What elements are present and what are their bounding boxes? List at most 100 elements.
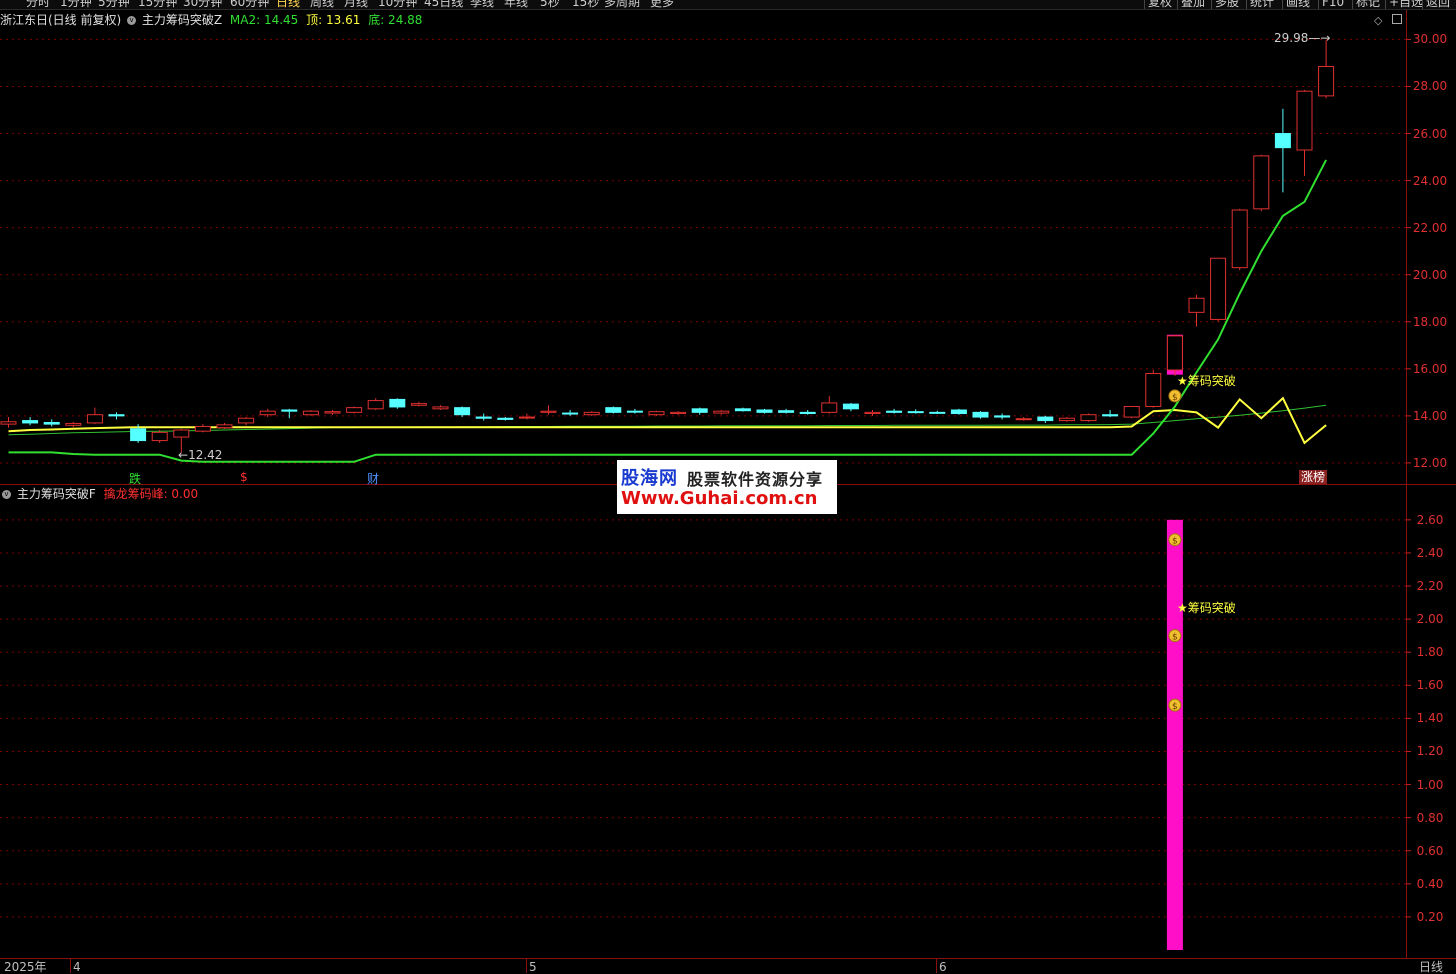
sub-axis-label-8: 1.00 [1416,777,1444,792]
sub-magenta-bar [1166,519,1183,950]
candle-body-42 [907,411,924,414]
candle-body-46 [994,415,1011,418]
candle-body-43 [929,411,946,414]
candle-body-3 [65,422,82,426]
sub-icon-2-glyph: $ [1172,702,1178,712]
candle-body-16 [346,407,363,413]
month-label-5: 5 [529,960,537,974]
candle-body-14 [302,410,319,416]
candles [0,39,1335,454]
candle-body-29 [626,410,643,413]
candle-body-45 [972,411,989,418]
sub-axis-label-12: 0.20 [1416,909,1444,924]
watermark: 股海网 股票软件资源分享 Www.Guhai.com.cn [617,460,837,514]
candle-body-12 [259,410,276,416]
candle-body-51 [1102,414,1119,417]
sub-axis-label-3: 2.00 [1416,612,1444,627]
candle-body-0 [0,421,17,425]
main-icon-glyph: $ [1172,393,1178,403]
candle-body-32 [691,408,708,413]
candle-body-11 [238,417,255,424]
candle-body-58 [1253,155,1270,210]
sub-axis-label-4: 1.80 [1416,645,1444,660]
main-axis-label-7: 16.00 [1412,361,1448,376]
candle-body-31 [670,411,687,415]
candle-body-33 [713,410,730,414]
candle-body-54 [1166,335,1183,371]
candle-body-13 [281,409,298,412]
candle-body-61 [1318,65,1335,97]
sub-signal-text: 筹码突破 [1187,601,1236,615]
main-signal-text: 筹码突破 [1187,374,1236,388]
main-axis-label-5: 20.00 [1412,267,1448,282]
candle-body-44 [950,409,967,415]
main-signal-label: ★筹码突破 [1177,374,1236,388]
sub-axis-label-2: 2.20 [1416,579,1444,594]
candle-body-9 [194,425,211,432]
candle-body-53 [1145,373,1162,407]
sub-icon-1-glyph: $ [1172,633,1178,643]
sub-axis-label-5: 1.60 [1416,678,1444,693]
candle-body-56 [1210,257,1227,320]
candle-body-4 [86,414,103,424]
main-axis-label-4: 22.00 [1412,220,1448,235]
main-axis-label-1: 28.00 [1412,79,1448,94]
candle-body-50 [1080,414,1097,422]
month-label-6: 6 [939,960,947,974]
candle-body-26 [562,412,579,415]
candle-body-17 [367,400,384,410]
candle-body-59 [1274,133,1291,149]
candle-body-21 [454,407,471,416]
candle-body-5 [108,414,125,417]
candle-body-1 [22,420,39,424]
watermark-url: Www.Guhai.com.cn [621,488,818,509]
candle-body-34 [734,408,751,412]
sub-axis-label-6: 1.40 [1416,711,1444,726]
candle-body-35 [756,409,773,413]
main-axis-label-9: 12.00 [1412,455,1448,470]
high-price-value: 29.98 [1274,31,1309,45]
sub-axis-label-9: 0.80 [1416,810,1444,825]
low-price-marker: ←12.42 [178,448,223,462]
sub-icon-0-glyph: $ [1172,537,1178,547]
flag-dollar[interactable]: $ [240,470,248,484]
yellow-line [8,396,1327,445]
sub-axis-label-11: 0.40 [1416,876,1444,891]
candle-body-37 [799,411,816,415]
main-axis-label-8: 14.00 [1412,408,1448,423]
candle-body-7 [151,431,168,442]
candle-body-39 [842,403,859,410]
candle-body-6 [130,428,147,442]
candle-body-30 [648,411,665,416]
candle-body-28 [605,407,622,413]
watermark-slogan: 股票软件资源分享 [687,470,824,489]
high-price-marker: 29.98—→ [1274,31,1331,45]
candle-body-10 [216,424,233,429]
sub-axis-label-7: 1.20 [1416,744,1444,759]
flag-cai[interactable]: 财 [367,470,379,487]
candle-body-27 [583,411,600,416]
candle-body-49 [1058,417,1075,422]
candle-body-25 [540,410,557,413]
sub-axis-label-1: 2.40 [1416,545,1444,560]
candle-body-22 [475,416,492,419]
flag-zhangbang[interactable]: 涨榜 [1299,470,1328,484]
candle-body-36 [778,410,795,413]
candle-body-40 [864,411,881,415]
candle-body-23 [497,417,514,420]
candle-body-41 [886,410,903,413]
candle-body-57 [1231,209,1248,269]
candle-body-47 [1015,418,1032,421]
flag-die[interactable]: 跌 [129,470,141,487]
main-axis-label-2: 26.00 [1412,126,1448,141]
candle-body-18 [389,398,406,408]
candle-body-48 [1037,416,1054,422]
candle-body-8 [173,429,190,438]
main-axis-label-6: 18.00 [1412,314,1448,329]
candle-body-20 [432,406,449,410]
candle-body-15 [324,411,341,414]
month-label-4: 4 [73,960,81,974]
period-label[interactable]: 日线 [1419,960,1443,974]
candle-body-52 [1123,405,1140,418]
candle-body-60 [1296,90,1313,151]
